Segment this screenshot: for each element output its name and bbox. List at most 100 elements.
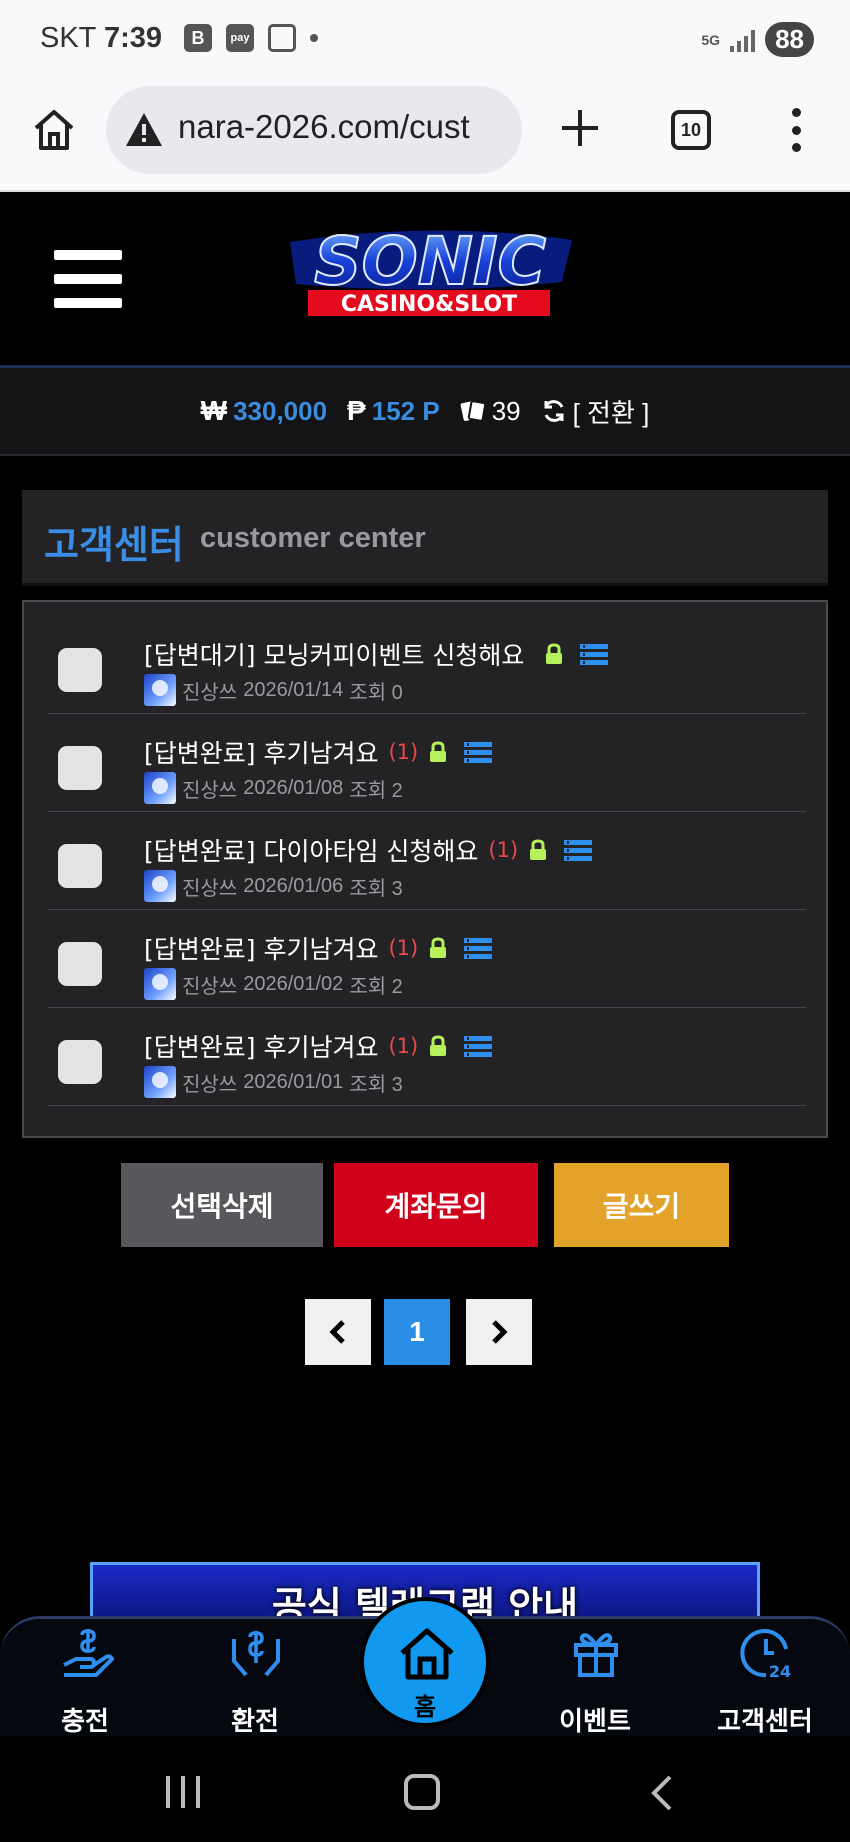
status-carrier-time: SKT 7:39 xyxy=(40,22,162,55)
row-checkbox[interactable] xyxy=(58,746,102,790)
nav-withdraw[interactable]: 환전 xyxy=(170,1619,340,1739)
new-tab-icon[interactable] xyxy=(558,106,602,150)
page-number-current[interactable]: 1 xyxy=(384,1299,450,1365)
nav-home-label[interactable]: 홈 xyxy=(364,1687,486,1722)
row-checkbox[interactable] xyxy=(58,942,102,986)
nav-deposit[interactable]: 충전 xyxy=(0,1619,170,1739)
status-right: 5G 88 xyxy=(701,22,814,57)
post-meta: 진상쓰 2026/01/06 조회 3 xyxy=(144,870,403,902)
post-title-line[interactable]: [답변완료] 다이아타임 신청해요 (1) xyxy=(144,832,593,868)
hamburger-menu-icon[interactable] xyxy=(54,250,122,308)
lock-icon xyxy=(530,839,547,860)
deposit-icon xyxy=(63,1629,114,1677)
chevron-right-icon xyxy=(492,1320,508,1344)
status-icons: B pay xyxy=(184,24,318,52)
home-icon[interactable] xyxy=(30,106,78,154)
chevron-left-icon xyxy=(329,1320,345,1344)
post-title[interactable]: [답변완료] 다이아타임 신청해요 xyxy=(144,832,478,868)
write-post-button[interactable]: 글쓰기 xyxy=(554,1163,729,1247)
home-icon xyxy=(400,1628,454,1680)
system-home-icon[interactable] xyxy=(404,1774,440,1810)
b-icon: B xyxy=(184,24,212,52)
avatar xyxy=(144,968,176,1000)
nav-deposit-label[interactable]: 충전 xyxy=(0,1701,170,1738)
post-date: 2026/01/14 xyxy=(243,678,344,701)
point-balance-value: 152 P xyxy=(371,395,440,426)
post-title-line[interactable]: [답변완료] 후기남겨요 (1) xyxy=(144,930,493,966)
list-item[interactable]: [답변완료] 후기남겨요 (1) 진상쓰 2026/01/01 조회 3 xyxy=(48,1008,806,1106)
account-inquiry-button[interactable]: 계좌문의 xyxy=(334,1163,538,1247)
avatar xyxy=(144,1066,176,1098)
svg-text:SONIC: SONIC xyxy=(314,223,546,300)
sonic-casino-logo[interactable]: SONIC CASINO&SLOT xyxy=(282,222,578,332)
post-meta: 진상쓰 2026/01/02 조회 2 xyxy=(144,968,403,1000)
lock-icon xyxy=(546,643,563,664)
system-nav-bar xyxy=(0,1736,850,1842)
switch-label[interactable]: [ 전환 ] xyxy=(573,393,650,430)
point-icon: ₱ xyxy=(347,395,366,426)
post-views: 조회 3 xyxy=(349,1073,403,1096)
dot-icon xyxy=(310,34,318,42)
post-title[interactable]: [답변완료] 후기남겨요 xyxy=(144,930,378,966)
list-item[interactable]: [답변완료] 후기남겨요 (1) 진상쓰 2026/01/02 조회 2 xyxy=(48,910,806,1008)
post-title[interactable]: [답변완료] 후기남겨요 xyxy=(144,1028,378,1064)
refresh-icon xyxy=(544,400,564,422)
nav-withdraw-label[interactable]: 환전 xyxy=(170,1701,340,1738)
more-options-icon[interactable] xyxy=(790,108,802,152)
post-title-line[interactable]: [답변완료] 후기남겨요 (1) xyxy=(144,1028,493,1064)
row-checkbox[interactable] xyxy=(58,844,102,888)
url-text[interactable]: nara-2026.com/cust xyxy=(178,108,470,146)
point-balance: ₱ 152 P xyxy=(347,395,440,427)
warning-icon[interactable] xyxy=(124,110,164,150)
page-title: 고객센터 customer center xyxy=(22,490,828,586)
balance-bar: ₩ 330,000 ₱ 152 P 39 [ 전환 ] xyxy=(0,368,850,456)
withdraw-icon xyxy=(232,1631,280,1677)
row-checkbox[interactable] xyxy=(58,648,102,692)
post-title[interactable]: [답변대기] 모닝커피이벤트 신청해요 xyxy=(144,636,524,672)
page-title-ko: 고객센터 xyxy=(44,523,184,567)
post-date: 2026/01/08 xyxy=(243,776,344,799)
lock-icon xyxy=(430,741,447,762)
nav-event[interactable]: 이벤트 xyxy=(510,1619,680,1739)
nav-support[interactable]: 24 고객센터 xyxy=(680,1619,850,1739)
won-icon: ₩ xyxy=(200,395,228,426)
comment-count: (1) xyxy=(388,1034,419,1058)
battery-level: 88 xyxy=(765,22,814,57)
list-item[interactable]: [답변완료] 다이아타임 신청해요 (1) 진상쓰 2026/01/06 조회 … xyxy=(48,812,806,910)
cash-balance: ₩ 330,000 xyxy=(201,395,327,427)
nav-event-label[interactable]: 이벤트 xyxy=(510,1701,680,1738)
avatar xyxy=(144,772,176,804)
list-icon xyxy=(564,840,593,861)
post-title-line[interactable]: [답변대기] 모닝커피이벤트 신청해요 xyxy=(144,636,609,672)
post-title[interactable]: [답변완료] 후기남겨요 xyxy=(144,734,378,770)
post-meta: 진상쓰 2026/01/01 조회 3 xyxy=(144,1066,403,1098)
list-item[interactable]: [답변완료] 후기남겨요 (1) 진상쓰 2026/01/08 조회 2 xyxy=(48,714,806,812)
gift-icon xyxy=(574,1633,618,1677)
page-title-en: customer center xyxy=(200,522,426,554)
nav-home[interactable]: 홈 xyxy=(360,1597,490,1727)
switch-button[interactable]: [ 전환 ] xyxy=(541,393,650,430)
row-checkbox[interactable] xyxy=(58,1040,102,1084)
avatar xyxy=(144,674,176,706)
comment-count: (1) xyxy=(488,838,519,862)
post-title-line[interactable]: [답변완료] 후기남겨요 (1) xyxy=(144,734,493,770)
post-meta: 진상쓰 2026/01/08 조회 2 xyxy=(144,772,403,804)
nav-support-label[interactable]: 고객센터 xyxy=(680,1701,850,1738)
comment-count: (1) xyxy=(388,936,419,960)
post-author: 진상쓰 xyxy=(182,681,238,704)
list-item[interactable]: [답변대기] 모닝커피이벤트 신청해요 진상쓰 2026/01/14 조회 0 xyxy=(48,616,806,714)
post-date: 2026/01/01 xyxy=(243,1070,344,1093)
comment-count: (1) xyxy=(388,740,419,764)
signal-icon xyxy=(730,28,756,52)
post-author: 진상쓰 xyxy=(182,975,238,998)
tab-switcher-button[interactable]: 10 xyxy=(671,110,711,150)
next-page-button[interactable] xyxy=(466,1299,532,1365)
cash-balance-value: 330,000 xyxy=(233,395,328,426)
list-icon xyxy=(580,644,609,665)
delete-selected-button[interactable]: 선택삭제 xyxy=(121,1163,323,1247)
prev-page-button[interactable] xyxy=(305,1299,371,1365)
address-bar[interactable]: nara-2026.com/cust xyxy=(106,86,522,174)
recent-apps-icon[interactable] xyxy=(166,1776,200,1808)
back-icon[interactable] xyxy=(650,1774,674,1812)
post-author: 진상쓰 xyxy=(182,1073,238,1096)
